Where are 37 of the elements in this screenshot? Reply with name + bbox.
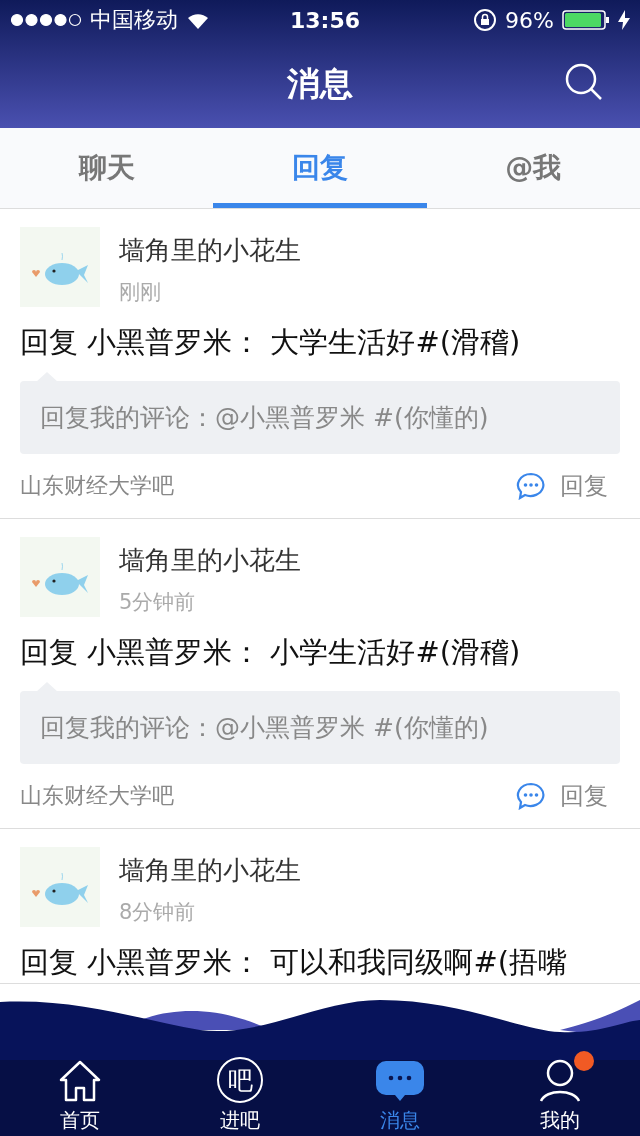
clock-time: 13:56	[290, 7, 361, 33]
author-name: 墙角里的小花生	[119, 544, 301, 577]
tab-bar-item[interactable]: 吧 进吧	[160, 1057, 320, 1134]
reply-text: 回复 小黑普罗米： 大学生活好#(滑稽)	[20, 324, 522, 361]
message-time: 5分钟前	[119, 589, 197, 616]
forum-name: 山东财经大学吧	[20, 782, 174, 810]
author-name: 墙角里的小花生	[119, 854, 301, 887]
tab[interactable]: 聊天	[0, 128, 214, 208]
signal-icon	[10, 13, 82, 27]
message-time: 刚刚	[119, 279, 162, 306]
tab-bar-item[interactable]: 消息	[320, 1059, 480, 1134]
comment-icon	[516, 472, 546, 500]
tab-bar-item[interactable]: 我的	[480, 1059, 640, 1134]
home-icon	[58, 1059, 102, 1103]
tab-bar-item[interactable]: 首页	[0, 1059, 160, 1134]
page-title: 消息	[287, 62, 353, 105]
reply-text: 回复 小黑普罗米： 小学生活好#(滑稽)	[20, 634, 522, 671]
charging-icon	[618, 10, 630, 30]
forum-name: 山东财经大学吧	[20, 472, 174, 500]
reply-text: 回复 小黑普罗米： 可以和我同级啊#(捂嘴	[20, 944, 569, 981]
battery-icon	[562, 10, 610, 30]
comment-icon	[516, 782, 546, 810]
battery-percent: 96%	[505, 7, 554, 33]
wifi-icon	[186, 11, 210, 29]
author-name: 墙角里的小花生	[119, 234, 301, 267]
tab[interactable]: 回复	[213, 128, 427, 208]
chat-bubble-icon	[376, 1059, 424, 1103]
search-button[interactable]	[564, 62, 604, 102]
tieba-icon: 吧	[217, 1057, 263, 1103]
message-time: 8分钟前	[119, 899, 197, 926]
tab[interactable]: @我	[426, 128, 640, 208]
rotation-lock-icon	[473, 8, 498, 32]
carrier-name: 中国移动	[90, 6, 178, 34]
person-icon	[538, 1059, 582, 1103]
reply-button[interactable]: 回复	[516, 780, 620, 812]
search-icon	[564, 62, 604, 102]
reply-button[interactable]: 回复	[516, 470, 620, 502]
